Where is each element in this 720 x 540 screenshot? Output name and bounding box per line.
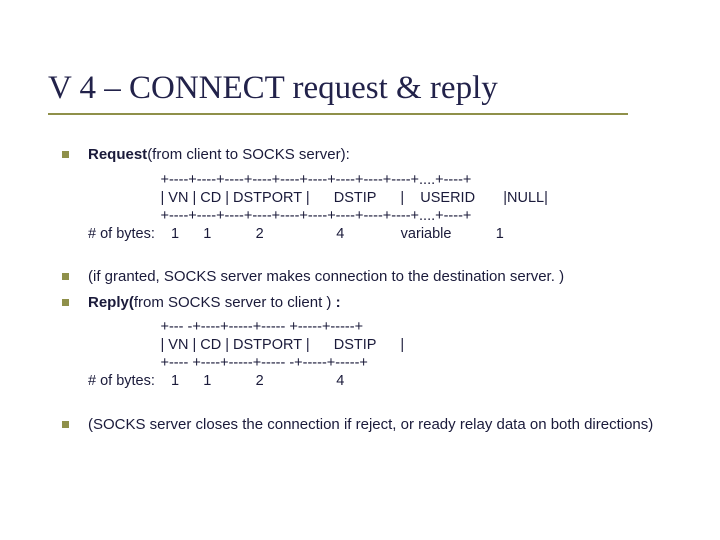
rep-border-top: +--- -+----+-----+----- +-----+-----+: [88, 319, 363, 335]
spacer: [58, 253, 690, 267]
rep-bytes: # of bytes: 1 1 2 4: [88, 373, 344, 389]
slide-title: V 4 – CONNECT request & reply: [48, 70, 690, 107]
request-bold: Request: [88, 146, 147, 163]
reply-colon: :: [331, 294, 340, 311]
req-border-top: +----+----+----+----+----+----+----+----…: [88, 172, 471, 188]
request-rest: (from client to SOCKS server):: [147, 146, 350, 163]
granted-text: (if granted, SOCKS server makes connecti…: [88, 268, 564, 285]
bullet-granted: (if granted, SOCKS server makes connecti…: [58, 267, 690, 287]
req-bytes: # of bytes: 1 1 2 4 variable 1: [88, 226, 504, 242]
bullet-request: Request(from client to SOCKS server):: [58, 145, 690, 165]
req-fields: | VN | CD | DSTPORT | DSTIP | USERID |NU…: [88, 190, 548, 206]
request-diagram: +----+----+----+----+----+----+----+----…: [58, 171, 690, 244]
rep-border-bottom: +---- +----+-----+----- -+-----+-----+: [88, 355, 368, 371]
slide: V 4 – CONNECT request & reply Request(fr…: [0, 0, 720, 540]
spacer: [58, 401, 690, 415]
req-border-bottom: +----+----+----+----+----+----+----+----…: [88, 208, 471, 224]
rep-fields: | VN | CD | DSTPORT | DSTIP |: [88, 337, 404, 353]
bullet-reply: Reply(from SOCKS server to client ) :: [58, 293, 690, 313]
title-rule: [48, 113, 628, 115]
reply-bold: Reply(: [88, 294, 134, 311]
bullet-list: Request(from client to SOCKS server): +-…: [58, 145, 690, 434]
reply-diagram: +--- -+----+-----+----- +-----+-----+ | …: [58, 318, 690, 391]
close-text: (SOCKS server closes the connection if r…: [88, 416, 653, 433]
reply-rest: from SOCKS server to client ): [134, 294, 332, 311]
bullet-close: (SOCKS server closes the connection if r…: [58, 415, 690, 435]
